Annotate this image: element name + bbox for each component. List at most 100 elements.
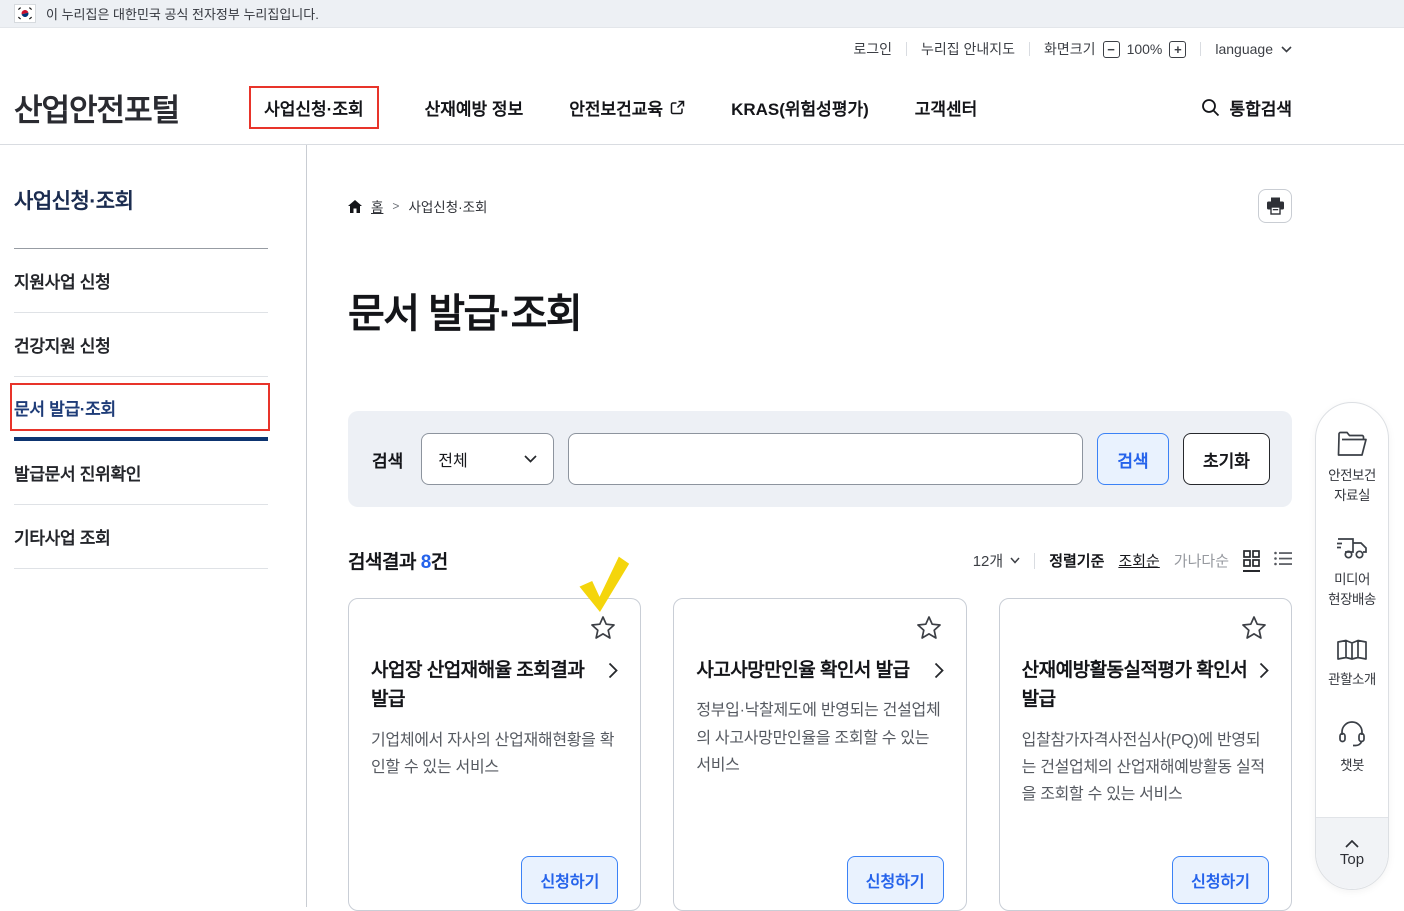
scroll-to-top-button[interactable]: Top xyxy=(1316,817,1388,889)
apply-button[interactable]: 신청하기 xyxy=(847,856,944,904)
breadcrumb-home[interactable]: 홈 xyxy=(371,196,383,216)
chevron-down-icon xyxy=(524,455,537,463)
results-header: 검색결과 8건 12개 정렬기준 조회순 가나다순 xyxy=(348,547,1292,574)
nav-item-customer-center[interactable]: 고객센터 xyxy=(915,95,978,120)
divider xyxy=(906,42,907,56)
gov-banner: 이 누리집은 대한민국 공식 전자정부 누리집입니다. xyxy=(0,0,1404,28)
chevron-up-icon xyxy=(1345,840,1359,848)
print-button[interactable] xyxy=(1258,189,1292,223)
apply-button[interactable]: 신청하기 xyxy=(1172,856,1269,904)
card-description: 정부입·낙찰제도에 반영되는 건설업체의 사고사망만인율을 조회할 수 있는 서… xyxy=(696,697,943,779)
login-link[interactable]: 로그인 xyxy=(853,39,892,59)
search-button[interactable]: 검색 xyxy=(1097,433,1169,485)
result-card-grid: 사업장 산업재해율 조회결과 발급 기업체에서 자사의 산업재해현황을 확인할 … xyxy=(348,598,1292,911)
nav-item-label: 안전보건교육 xyxy=(569,95,663,120)
sort-by-name-link[interactable]: 가나다순 xyxy=(1174,550,1229,571)
sidebar-item-other-business[interactable]: 기타사업 조회 xyxy=(14,505,268,569)
breadcrumb-separator: > xyxy=(392,199,399,213)
card-description: 기업체에서 자사의 산업재해현황을 확인할 수 있는 서비스 xyxy=(371,727,618,781)
gov-banner-text: 이 누리집은 대한민국 공식 전자정부 누리집입니다. xyxy=(46,4,319,23)
sidebar-item-document-issuance[interactable]: 문서 발급·조회 xyxy=(14,377,268,441)
sort-by-views-link[interactable]: 조회순 xyxy=(1118,550,1159,571)
printer-icon xyxy=(1266,197,1285,215)
sitemap-link[interactable]: 누리집 안내지도 xyxy=(921,39,1015,59)
language-selector[interactable]: language xyxy=(1215,41,1292,57)
site-header: 산업안전포털 사업신청·조회 산재예방 정보 안전보건교육 KRAS(위험성평가… xyxy=(0,70,1404,145)
nav-item-business-apply[interactable]: 사업신청·조회 xyxy=(249,86,379,129)
card-prevention-evaluation: 산재예방활동실적평가 확인서 발급 입찰참가자격사전심사(PQ)에 반영되는 건… xyxy=(999,598,1292,911)
sidebar-item-label: 발급문서 진위확인 xyxy=(14,460,141,485)
site-logo[interactable]: 산업안전포털 xyxy=(14,85,179,130)
divider xyxy=(1029,42,1030,56)
sidebar-item-health-apply[interactable]: 건강지원 신청 xyxy=(14,313,268,377)
folder-icon xyxy=(1337,431,1367,457)
card-title: 사고사망만인율 확인서 발급 xyxy=(696,656,909,685)
card-title-link[interactable]: 산재예방활동실적평가 확인서 발급 xyxy=(1022,656,1269,715)
page-size-select[interactable]: 12개 xyxy=(973,550,1021,571)
quick-menu-jurisdiction[interactable]: 관할소개 xyxy=(1328,639,1376,690)
quick-menu-label: 챗봇 xyxy=(1340,756,1364,776)
search-filter-select[interactable]: 전체 xyxy=(421,433,554,485)
sidebar-item-label: 문서 발급·조회 xyxy=(14,395,116,420)
external-link-icon xyxy=(670,100,685,115)
screen-zoom-label: 화면크기 xyxy=(1044,39,1096,59)
page-title: 문서 발급·조회 xyxy=(348,281,1292,339)
card-title: 산재예방활동실적평가 확인서 발급 xyxy=(1022,656,1249,715)
zoom-in-button[interactable]: + xyxy=(1169,41,1186,58)
quick-menu-label: 안전보건 자료실 xyxy=(1328,466,1376,505)
sidebar: 사업신청·조회 지원사업 신청 건강지원 신청 문서 발급·조회 발급문서 진위… xyxy=(0,145,307,907)
search-filter-value: 전체 xyxy=(438,447,467,471)
grid-view-icon[interactable] xyxy=(1243,550,1260,572)
top-label: Top xyxy=(1340,851,1364,868)
nav-item-accident-prevention[interactable]: 산재예방 정보 xyxy=(425,95,524,120)
main-content: 홈 > 사업신청·조회 문서 발급·조회 검색 전체 검색 xyxy=(307,145,1404,907)
global-search-label: 통합검색 xyxy=(1229,95,1292,120)
favorite-star-icon[interactable] xyxy=(914,613,944,642)
page-size-value: 12개 xyxy=(973,550,1004,571)
sidebar-title: 사업신청·조회 xyxy=(14,145,268,249)
sidebar-item-label: 기타사업 조회 xyxy=(14,524,110,549)
card-title-link[interactable]: 사고사망만인율 확인서 발급 xyxy=(696,656,943,685)
quick-menu-media-delivery[interactable]: 미디어 현장배송 xyxy=(1328,535,1376,609)
breadcrumb-current: 사업신청·조회 xyxy=(408,196,487,216)
screen-zoom-control: 화면크기 − 100% + xyxy=(1044,39,1186,59)
chevron-down-icon xyxy=(1010,557,1020,564)
card-title: 사업장 산업재해율 조회결과 발급 xyxy=(371,656,598,715)
main-nav: 사업신청·조회 산재예방 정보 안전보건교육 KRAS(위험성평가) 고객센터 xyxy=(249,86,977,129)
breadcrumb: 홈 > 사업신청·조회 xyxy=(348,196,487,216)
truck-icon xyxy=(1336,535,1368,561)
card-fatality-rate: 사고사망만인율 확인서 발급 정부입·낙찰제도에 반영되는 건설업체의 사고사망… xyxy=(673,598,966,911)
global-search-button[interactable]: 통합검색 xyxy=(1201,95,1292,120)
book-icon xyxy=(1336,639,1368,661)
divider xyxy=(1034,553,1035,569)
result-count: 검색결과 8건 xyxy=(348,547,448,574)
search-input[interactable] xyxy=(568,433,1083,485)
list-view-icon[interactable] xyxy=(1274,551,1292,571)
nav-item-safety-education[interactable]: 안전보건교육 xyxy=(569,95,685,120)
favorite-star-icon[interactable] xyxy=(588,613,618,642)
headset-icon xyxy=(1338,720,1366,747)
favorite-star-icon[interactable] xyxy=(1239,613,1269,642)
sidebar-item-document-verify[interactable]: 발급문서 진위확인 xyxy=(14,441,268,505)
nav-item-kras[interactable]: KRAS(위험성평가) xyxy=(731,95,869,120)
result-count-number: 8 xyxy=(421,552,431,573)
chevron-down-icon xyxy=(1281,46,1292,53)
quick-menu-rail: 안전보건 자료실 미디어 현장배송 관할소개 xyxy=(1315,402,1389,890)
nav-item-label: KRAS(위험성평가) xyxy=(731,95,869,120)
card-title-link[interactable]: 사업장 산업재해율 조회결과 발급 xyxy=(371,656,618,715)
korean-flag-icon xyxy=(14,4,36,23)
sidebar-item-support-apply[interactable]: 지원사업 신청 xyxy=(14,249,268,313)
apply-button[interactable]: 신청하기 xyxy=(521,856,618,904)
language-label: language xyxy=(1215,41,1273,57)
home-icon[interactable] xyxy=(348,200,362,213)
zoom-level-value: 100% xyxy=(1127,41,1163,57)
result-count-unit: 건 xyxy=(431,552,448,573)
sort-label: 정렬기준 xyxy=(1049,550,1104,571)
reset-button[interactable]: 초기화 xyxy=(1183,433,1270,485)
search-label: 검색 xyxy=(372,447,403,472)
zoom-out-button[interactable]: − xyxy=(1103,41,1120,58)
quick-menu-safety-library[interactable]: 안전보건 자료실 xyxy=(1328,431,1376,505)
quick-menu-chatbot[interactable]: 챗봇 xyxy=(1338,720,1366,776)
divider xyxy=(1200,42,1201,56)
nav-item-label: 고객센터 xyxy=(915,95,978,120)
